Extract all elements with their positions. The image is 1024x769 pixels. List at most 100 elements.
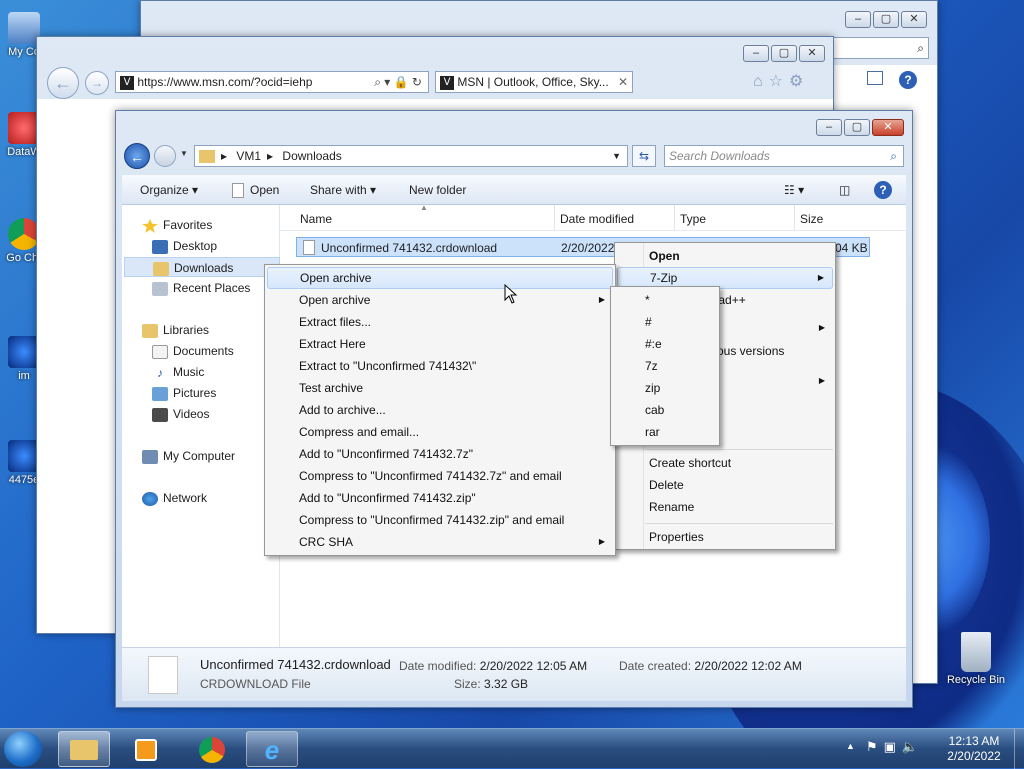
taskbar-chrome[interactable] <box>186 731 238 767</box>
open-button[interactable]: Open <box>232 177 279 203</box>
details-size: Size: 3.32 GB <box>454 677 529 691</box>
menu-rename[interactable]: Rename <box>617 496 833 518</box>
breadcrumb-downloads[interactable]: Downloads <box>282 149 341 163</box>
details-pane: Unconfirmed 741432.crdownload CRDOWNLOAD… <box>122 647 906 701</box>
tab-msn[interactable]: ᐯ MSN | Outlook, Office, Sky... ✕ <box>435 71 633 93</box>
menu-type-7z[interactable]: 7z <box>613 355 717 377</box>
recycle-bin[interactable]: Recycle Bin <box>944 632 1008 687</box>
search-icon: ⌕ <box>890 149 897 163</box>
menu-test-archive[interactable]: Test archive <box>267 377 613 399</box>
organize-button[interactable]: Organize ▾ <box>140 177 198 203</box>
menu-type-rar[interactable]: rar <box>613 421 717 443</box>
menu-open-archive-type[interactable]: Open archive ▶ <box>267 289 613 311</box>
sevenzip-submenu: Open archive Open archive ▶ Extract files… <box>264 264 616 556</box>
close-tab-icon[interactable]: ✕ <box>618 72 628 92</box>
view-options-button[interactable]: ☷ ▾ <box>784 177 804 203</box>
details-created: Date created: 2/20/2022 12:02 AM <box>619 659 802 673</box>
file-large-icon <box>148 656 178 694</box>
clock[interactable]: 12:13 AM 2/20/2022 <box>936 734 1012 764</box>
nav-favorites[interactable]: Favorites <box>142 215 212 235</box>
file-icon <box>303 240 315 255</box>
taskbar-internet-explorer[interactable]: e <box>246 731 298 767</box>
column-type[interactable]: Type <box>680 212 706 226</box>
refresh-button[interactable]: ⇆ <box>632 145 656 167</box>
nav-music[interactable]: ♪ Music <box>152 362 204 382</box>
share-with-button[interactable]: Share with ▾ <box>310 177 376 203</box>
nav-pictures[interactable]: Pictures <box>152 383 216 403</box>
search-box[interactable]: ⌕ <box>831 37 929 59</box>
taskbar-media-player[interactable] <box>120 731 172 767</box>
show-desktop-button[interactable] <box>1014 729 1024 769</box>
menu-type-any[interactable]: * <box>613 289 717 311</box>
tray-icons[interactable]: ⚑▣🔈 <box>866 739 924 755</box>
back-button[interactable]: ← <box>124 143 150 169</box>
menu-compress-7z-email[interactable]: Compress to "Unconfirmed 741432.7z" and … <box>267 465 613 487</box>
menu-add-to-archive[interactable]: Add to archive... <box>267 399 613 421</box>
menu-compress-email[interactable]: Compress and email... <box>267 421 613 443</box>
maximize-button[interactable]: ▢ <box>771 45 797 62</box>
window-controls: – ▢ ✕ <box>816 119 904 136</box>
menu-delete[interactable]: Delete <box>617 474 833 496</box>
breadcrumb[interactable]: ▸ VM1 ▸ Downloads ▼ <box>194 145 628 167</box>
column-date-modified[interactable]: Date modified <box>560 212 634 226</box>
menu-compress-zip-email[interactable]: Compress to "Unconfirmed 741432.zip" and… <box>267 509 613 531</box>
menu-type-hash[interactable]: # <box>613 311 717 333</box>
nav-my-computer[interactable]: My Computer <box>142 446 235 466</box>
nav-recent-places[interactable]: Recent Places <box>152 278 250 298</box>
help-icon[interactable]: ? <box>874 181 892 199</box>
column-size[interactable]: Size <box>800 212 823 226</box>
address-bar[interactable]: ᐯ https://www.msn.com/?ocid=iehp ⌕ ▾ 🔒 ↻ <box>115 71 429 93</box>
taskbar-explorer[interactable] <box>58 731 110 767</box>
nav-desktop[interactable]: Desktop <box>152 236 217 256</box>
new-folder-button[interactable]: New folder <box>409 177 466 203</box>
close-button[interactable]: ✕ <box>901 11 927 28</box>
window-controls: – ▢ ✕ <box>845 11 927 28</box>
menu-type-zip[interactable]: zip <box>613 377 717 399</box>
column-divider <box>794 205 795 231</box>
menu-properties[interactable]: Properties <box>617 526 833 548</box>
network-icon <box>142 491 158 506</box>
msn-favicon: ᐯ <box>440 75 454 90</box>
nav-downloads[interactable]: Downloads <box>124 257 280 277</box>
breadcrumb-vm1[interactable]: VM1 <box>236 149 261 163</box>
chevron-down-icon[interactable]: ▼ <box>612 146 621 166</box>
minimize-button[interactable]: – <box>845 11 871 28</box>
menu-create-shortcut[interactable]: Create shortcut <box>617 452 833 474</box>
recycle-bin-icon <box>961 632 991 672</box>
close-button[interactable]: ✕ <box>799 45 825 62</box>
maximize-button[interactable]: ▢ <box>873 11 899 28</box>
menu-extract-files[interactable]: Extract files... <box>267 311 613 333</box>
forward-button[interactable] <box>154 145 176 167</box>
submenu-arrow-icon: ▶ <box>818 323 825 332</box>
command-bar: Organize ▾ Open Share with ▾ New folder … <box>122 175 906 205</box>
menu-extract-to[interactable]: Extract to "Unconfirmed 741432\" <box>267 355 613 377</box>
preview-pane-button[interactable]: ◫ <box>839 177 850 203</box>
menu-open[interactable]: Open <box>617 245 833 267</box>
home-favorites-settings-icons[interactable]: ⌂☆⚙ <box>753 71 809 91</box>
nav-documents[interactable]: Documents <box>152 341 234 361</box>
search-input[interactable]: Search Downloads ⌕ <box>664 145 904 167</box>
back-button[interactable]: ← <box>47 67 79 99</box>
menu-add-to-7z[interactable]: Add to "Unconfirmed 741432.7z" <box>267 443 613 465</box>
nav-network[interactable]: Network <box>142 488 207 508</box>
start-button[interactable] <box>4 731 42 767</box>
menu-add-to-zip[interactable]: Add to "Unconfirmed 741432.zip" <box>267 487 613 509</box>
help-icon[interactable]: ? <box>899 71 917 89</box>
menu-type-hash-e[interactable]: #:e <box>613 333 717 355</box>
close-button[interactable]: ✕ <box>872 119 904 136</box>
menu-type-cab[interactable]: cab <box>613 399 717 421</box>
column-name[interactable]: Name <box>300 212 332 226</box>
maximize-button[interactable]: ▢ <box>844 119 870 136</box>
nav-libraries[interactable]: Libraries <box>142 320 209 340</box>
recent-pages-dropdown[interactable]: ▼ <box>180 149 188 158</box>
menu-open-archive[interactable]: Open archive <box>267 267 613 289</box>
libraries-icon <box>142 323 158 338</box>
menu-crc-sha[interactable]: CRC SHA ▶ <box>267 531 613 553</box>
nav-videos[interactable]: Videos <box>152 404 209 424</box>
show-hidden-icons[interactable]: ▲ <box>846 741 855 751</box>
menu-extract-here[interactable]: Extract Here <box>267 333 613 355</box>
forward-button[interactable]: → <box>85 71 109 95</box>
pane-icon[interactable] <box>867 71 883 85</box>
minimize-button[interactable]: – <box>816 119 842 136</box>
minimize-button[interactable]: – <box>743 45 769 62</box>
